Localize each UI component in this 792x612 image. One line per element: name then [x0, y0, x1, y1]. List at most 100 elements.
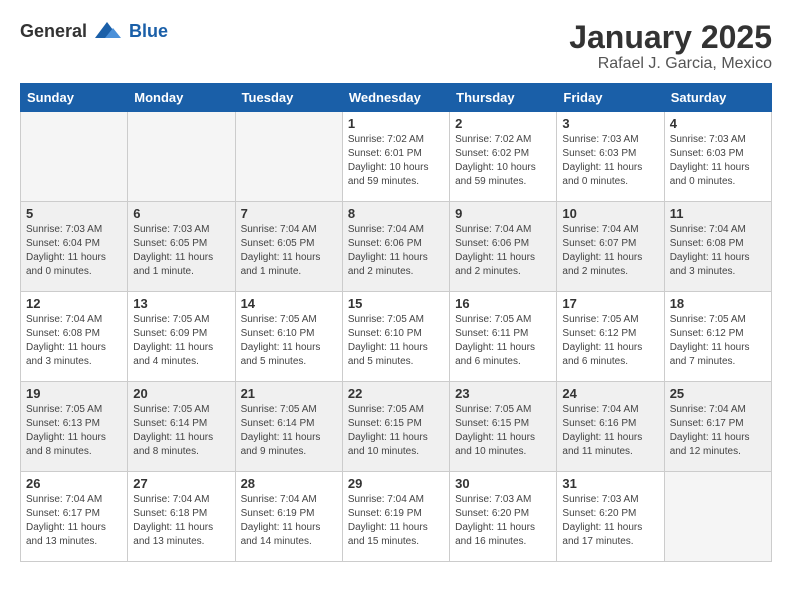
- calendar-cell: 18 Sunrise: 7:05 AM Sunset: 6:12 PM Dayli…: [664, 292, 771, 382]
- day-info: Sunrise: 7:04 AM Sunset: 6:16 PM Dayligh…: [562, 403, 658, 459]
- week-row-4: 26 Sunrise: 7:04 AM Sunset: 6:17 PM Dayli…: [21, 472, 772, 562]
- calendar-cell: 24 Sunrise: 7:04 AM Sunset: 6:16 PM Dayli…: [557, 382, 664, 472]
- logo-icon: [93, 20, 121, 42]
- page-header: General Blue January 2025 Rafael J. Garc…: [20, 20, 772, 73]
- calendar-cell: 8 Sunrise: 7:04 AM Sunset: 6:06 PM Daylig…: [342, 202, 449, 292]
- day-info: Sunrise: 7:04 AM Sunset: 6:17 PM Dayligh…: [670, 403, 766, 459]
- calendar-cell: 17 Sunrise: 7:05 AM Sunset: 6:12 PM Dayli…: [557, 292, 664, 382]
- day-number: 20: [133, 386, 229, 401]
- week-row-3: 19 Sunrise: 7:05 AM Sunset: 6:13 PM Dayli…: [21, 382, 772, 472]
- day-info: Sunrise: 7:04 AM Sunset: 6:06 PM Dayligh…: [455, 223, 551, 279]
- calendar-cell: 20 Sunrise: 7:05 AM Sunset: 6:14 PM Dayli…: [128, 382, 235, 472]
- day-info: Sunrise: 7:02 AM Sunset: 6:01 PM Dayligh…: [348, 133, 444, 189]
- calendar-cell: 21 Sunrise: 7:05 AM Sunset: 6:14 PM Dayli…: [235, 382, 342, 472]
- logo: General Blue: [20, 20, 168, 42]
- weekday-header-friday: Friday: [557, 84, 664, 112]
- calendar-cell: [235, 112, 342, 202]
- day-info: Sunrise: 7:05 AM Sunset: 6:12 PM Dayligh…: [562, 313, 658, 369]
- day-info: Sunrise: 7:05 AM Sunset: 6:11 PM Dayligh…: [455, 313, 551, 369]
- day-info: Sunrise: 7:03 AM Sunset: 6:03 PM Dayligh…: [562, 133, 658, 189]
- day-info: Sunrise: 7:03 AM Sunset: 6:20 PM Dayligh…: [455, 493, 551, 549]
- day-info: Sunrise: 7:04 AM Sunset: 6:06 PM Dayligh…: [348, 223, 444, 279]
- day-number: 31: [562, 476, 658, 491]
- calendar-cell: 13Sunrise: 7:05 AM Sunset: 6:09 PM Dayli…: [128, 292, 235, 382]
- day-number: 2: [455, 116, 551, 131]
- calendar-cell: 28 Sunrise: 7:04 AM Sunset: 6:19 PM Dayli…: [235, 472, 342, 562]
- calendar-cell: 7 Sunrise: 7:04 AM Sunset: 6:05 PM Daylig…: [235, 202, 342, 292]
- day-number: 6: [133, 206, 229, 221]
- calendar-cell: 3 Sunrise: 7:03 AM Sunset: 6:03 PM Daylig…: [557, 112, 664, 202]
- calendar-cell: 1 Sunrise: 7:02 AM Sunset: 6:01 PM Daylig…: [342, 112, 449, 202]
- day-info: Sunrise: 7:04 AM Sunset: 6:19 PM Dayligh…: [348, 493, 444, 549]
- calendar-cell: 6 Sunrise: 7:03 AM Sunset: 6:05 PM Daylig…: [128, 202, 235, 292]
- day-info: Sunrise: 7:04 AM Sunset: 6:08 PM Dayligh…: [670, 223, 766, 279]
- calendar-cell: 14Sunrise: 7:05 AM Sunset: 6:10 PM Dayli…: [235, 292, 342, 382]
- day-number: 18: [670, 296, 766, 311]
- calendar-table: SundayMondayTuesdayWednesdayThursdayFrid…: [20, 83, 772, 562]
- week-row-1: 5Sunrise: 7:03 AM Sunset: 6:04 PM Daylig…: [21, 202, 772, 292]
- day-info: Sunrise: 7:02 AM Sunset: 6:02 PM Dayligh…: [455, 133, 551, 189]
- day-info: Sunrise: 7:05 AM Sunset: 6:14 PM Dayligh…: [133, 403, 229, 459]
- day-number: 14: [241, 296, 337, 311]
- calendar-cell: 27 Sunrise: 7:04 AM Sunset: 6:18 PM Dayli…: [128, 472, 235, 562]
- logo-blue: Blue: [129, 21, 168, 42]
- calendar-cell: 29 Sunrise: 7:04 AM Sunset: 6:19 PM Dayli…: [342, 472, 449, 562]
- day-info: Sunrise: 7:05 AM Sunset: 6:15 PM Dayligh…: [455, 403, 551, 459]
- day-info: Sunrise: 7:04 AM Sunset: 6:07 PM Dayligh…: [562, 223, 658, 279]
- day-number: 19: [26, 386, 122, 401]
- weekday-header-wednesday: Wednesday: [342, 84, 449, 112]
- day-number: 22: [348, 386, 444, 401]
- day-number: 17: [562, 296, 658, 311]
- day-info: Sunrise: 7:04 AM Sunset: 6:05 PM Dayligh…: [241, 223, 337, 279]
- day-info: Sunrise: 7:04 AM Sunset: 6:18 PM Dayligh…: [133, 493, 229, 549]
- weekday-header-saturday: Saturday: [664, 84, 771, 112]
- weekday-header-sunday: Sunday: [21, 84, 128, 112]
- day-number: 27: [133, 476, 229, 491]
- calendar-cell: 23 Sunrise: 7:05 AM Sunset: 6:15 PM Dayli…: [450, 382, 557, 472]
- day-number: 1: [348, 116, 444, 131]
- calendar-cell: 2 Sunrise: 7:02 AM Sunset: 6:02 PM Daylig…: [450, 112, 557, 202]
- calendar-cell: 5Sunrise: 7:03 AM Sunset: 6:04 PM Daylig…: [21, 202, 128, 292]
- weekday-header-thursday: Thursday: [450, 84, 557, 112]
- day-number: 26: [26, 476, 122, 491]
- day-info: Sunrise: 7:05 AM Sunset: 6:09 PM Dayligh…: [133, 313, 229, 369]
- day-number: 8: [348, 206, 444, 221]
- calendar-cell: 26 Sunrise: 7:04 AM Sunset: 6:17 PM Dayli…: [21, 472, 128, 562]
- day-number: 28: [241, 476, 337, 491]
- day-info: Sunrise: 7:03 AM Sunset: 6:05 PM Dayligh…: [133, 223, 229, 279]
- day-number: 30: [455, 476, 551, 491]
- day-number: 15: [348, 296, 444, 311]
- calendar-body: 1 Sunrise: 7:02 AM Sunset: 6:01 PM Daylig…: [21, 112, 772, 562]
- day-number: 21: [241, 386, 337, 401]
- day-number: 9: [455, 206, 551, 221]
- day-info: Sunrise: 7:04 AM Sunset: 6:08 PM Dayligh…: [26, 313, 122, 369]
- day-info: Sunrise: 7:03 AM Sunset: 6:03 PM Dayligh…: [670, 133, 766, 189]
- day-number: 29: [348, 476, 444, 491]
- calendar-cell: 9 Sunrise: 7:04 AM Sunset: 6:06 PM Daylig…: [450, 202, 557, 292]
- day-number: 11: [670, 206, 766, 221]
- day-info: Sunrise: 7:05 AM Sunset: 6:12 PM Dayligh…: [670, 313, 766, 369]
- calendar-cell: 19 Sunrise: 7:05 AM Sunset: 6:13 PM Dayli…: [21, 382, 128, 472]
- calendar-cell: 25 Sunrise: 7:04 AM Sunset: 6:17 PM Dayli…: [664, 382, 771, 472]
- day-info: Sunrise: 7:04 AM Sunset: 6:17 PM Dayligh…: [26, 493, 122, 549]
- day-number: 7: [241, 206, 337, 221]
- calendar-cell: 11 Sunrise: 7:04 AM Sunset: 6:08 PM Dayli…: [664, 202, 771, 292]
- calendar-cell: 16 Sunrise: 7:05 AM Sunset: 6:11 PM Dayli…: [450, 292, 557, 382]
- day-number: 25: [670, 386, 766, 401]
- day-info: Sunrise: 7:05 AM Sunset: 6:14 PM Dayligh…: [241, 403, 337, 459]
- day-info: Sunrise: 7:05 AM Sunset: 6:13 PM Dayligh…: [26, 403, 122, 459]
- week-row-2: 12Sunrise: 7:04 AM Sunset: 6:08 PM Dayli…: [21, 292, 772, 382]
- calendar-cell: 15Sunrise: 7:05 AM Sunset: 6:10 PM Dayli…: [342, 292, 449, 382]
- day-number: 3: [562, 116, 658, 131]
- logo-general: General: [20, 21, 87, 42]
- day-info: Sunrise: 7:03 AM Sunset: 6:20 PM Dayligh…: [562, 493, 658, 549]
- weekday-header-tuesday: Tuesday: [235, 84, 342, 112]
- day-number: 23: [455, 386, 551, 401]
- day-number: 16: [455, 296, 551, 311]
- calendar-cell: 30 Sunrise: 7:03 AM Sunset: 6:20 PM Dayli…: [450, 472, 557, 562]
- day-info: Sunrise: 7:03 AM Sunset: 6:04 PM Dayligh…: [26, 223, 122, 279]
- day-info: Sunrise: 7:04 AM Sunset: 6:19 PM Dayligh…: [241, 493, 337, 549]
- day-number: 24: [562, 386, 658, 401]
- title-block: January 2025 Rafael J. Garcia, Mexico: [569, 20, 772, 73]
- calendar-cell: 12Sunrise: 7:04 AM Sunset: 6:08 PM Dayli…: [21, 292, 128, 382]
